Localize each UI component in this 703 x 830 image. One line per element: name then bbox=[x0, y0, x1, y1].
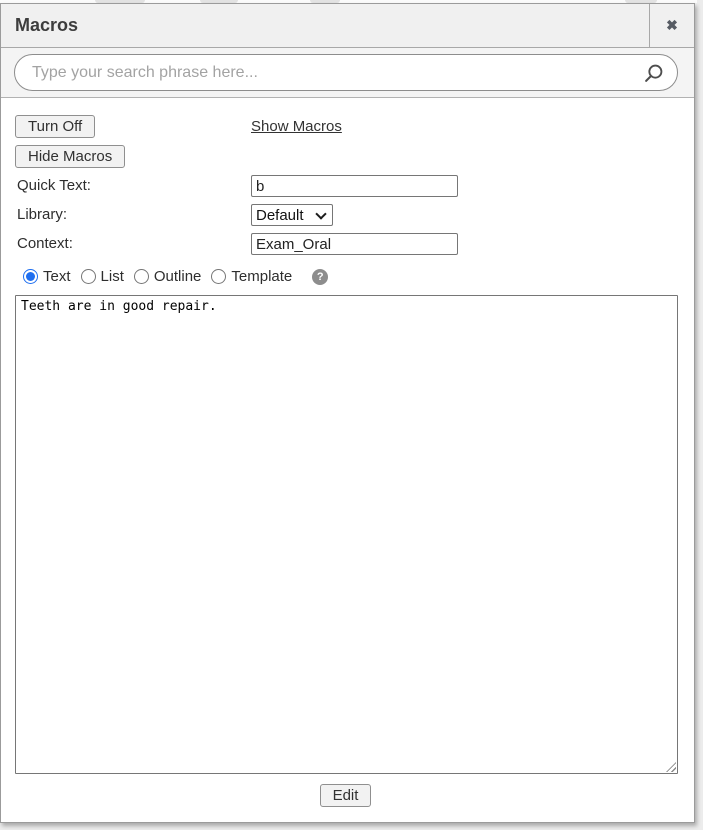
dialog-titlebar: Macros ✖ bbox=[1, 4, 694, 48]
help-icon-glyph: ? bbox=[317, 271, 324, 283]
dialog-title: Macros bbox=[1, 4, 649, 47]
context-label: Context: bbox=[15, 235, 73, 252]
turn-off-button[interactable]: Turn Off bbox=[15, 115, 95, 138]
mode-label-outline: Outline bbox=[154, 268, 202, 285]
library-select[interactable]: Default bbox=[251, 204, 333, 226]
quick-text-label: Quick Text: bbox=[15, 177, 91, 194]
toolbar-row-1: Turn Off Show Macros bbox=[15, 115, 676, 138]
macros-dialog: Macros ✖ Turn Off Show Macros Hide Macro… bbox=[0, 3, 695, 823]
dialog-content: Turn Off Show Macros Hide Macros Quick T… bbox=[1, 98, 694, 807]
mode-option-text[interactable]: Text bbox=[23, 268, 71, 285]
mode-label-list: List bbox=[101, 268, 124, 285]
mode-label-text: Text bbox=[43, 268, 71, 285]
show-macros-link[interactable]: Show Macros bbox=[251, 118, 342, 135]
mode-option-template[interactable]: Template bbox=[211, 268, 292, 285]
search-input[interactable] bbox=[32, 64, 643, 82]
mode-label-template: Template bbox=[231, 268, 292, 285]
search-bar bbox=[14, 54, 678, 91]
edit-button[interactable]: Edit bbox=[320, 784, 372, 807]
mode-radio-list[interactable] bbox=[81, 269, 96, 284]
mode-radio-outline[interactable] bbox=[134, 269, 149, 284]
context-input[interactable] bbox=[251, 233, 458, 255]
quick-text-input[interactable] bbox=[251, 175, 458, 197]
macro-content-textarea[interactable]: Teeth are in good repair. bbox=[15, 295, 678, 774]
mode-option-list[interactable]: List bbox=[81, 268, 124, 285]
mode-radio-template[interactable] bbox=[211, 269, 226, 284]
toolbar-row-2: Hide Macros bbox=[15, 145, 676, 168]
mode-radio-text[interactable] bbox=[23, 269, 38, 284]
search-section bbox=[1, 48, 694, 98]
dialog-footer: Edit bbox=[15, 784, 676, 807]
help-icon[interactable]: ? bbox=[312, 269, 328, 285]
mode-option-outline[interactable]: Outline bbox=[134, 268, 202, 285]
library-row: Library: Default bbox=[15, 204, 676, 226]
quick-text-row: Quick Text: bbox=[15, 175, 676, 197]
macro-editor-wrap: Teeth are in good repair. bbox=[15, 295, 678, 774]
close-button[interactable]: ✖ bbox=[649, 4, 694, 47]
library-select-wrap: Default bbox=[251, 204, 333, 226]
library-label: Library: bbox=[15, 206, 67, 223]
search-icon[interactable] bbox=[643, 62, 665, 84]
mode-selector-row: Text List Outline Template ? bbox=[23, 268, 676, 285]
context-row: Context: bbox=[15, 233, 676, 255]
close-icon: ✖ bbox=[666, 17, 678, 34]
hide-macros-button[interactable]: Hide Macros bbox=[15, 145, 125, 168]
